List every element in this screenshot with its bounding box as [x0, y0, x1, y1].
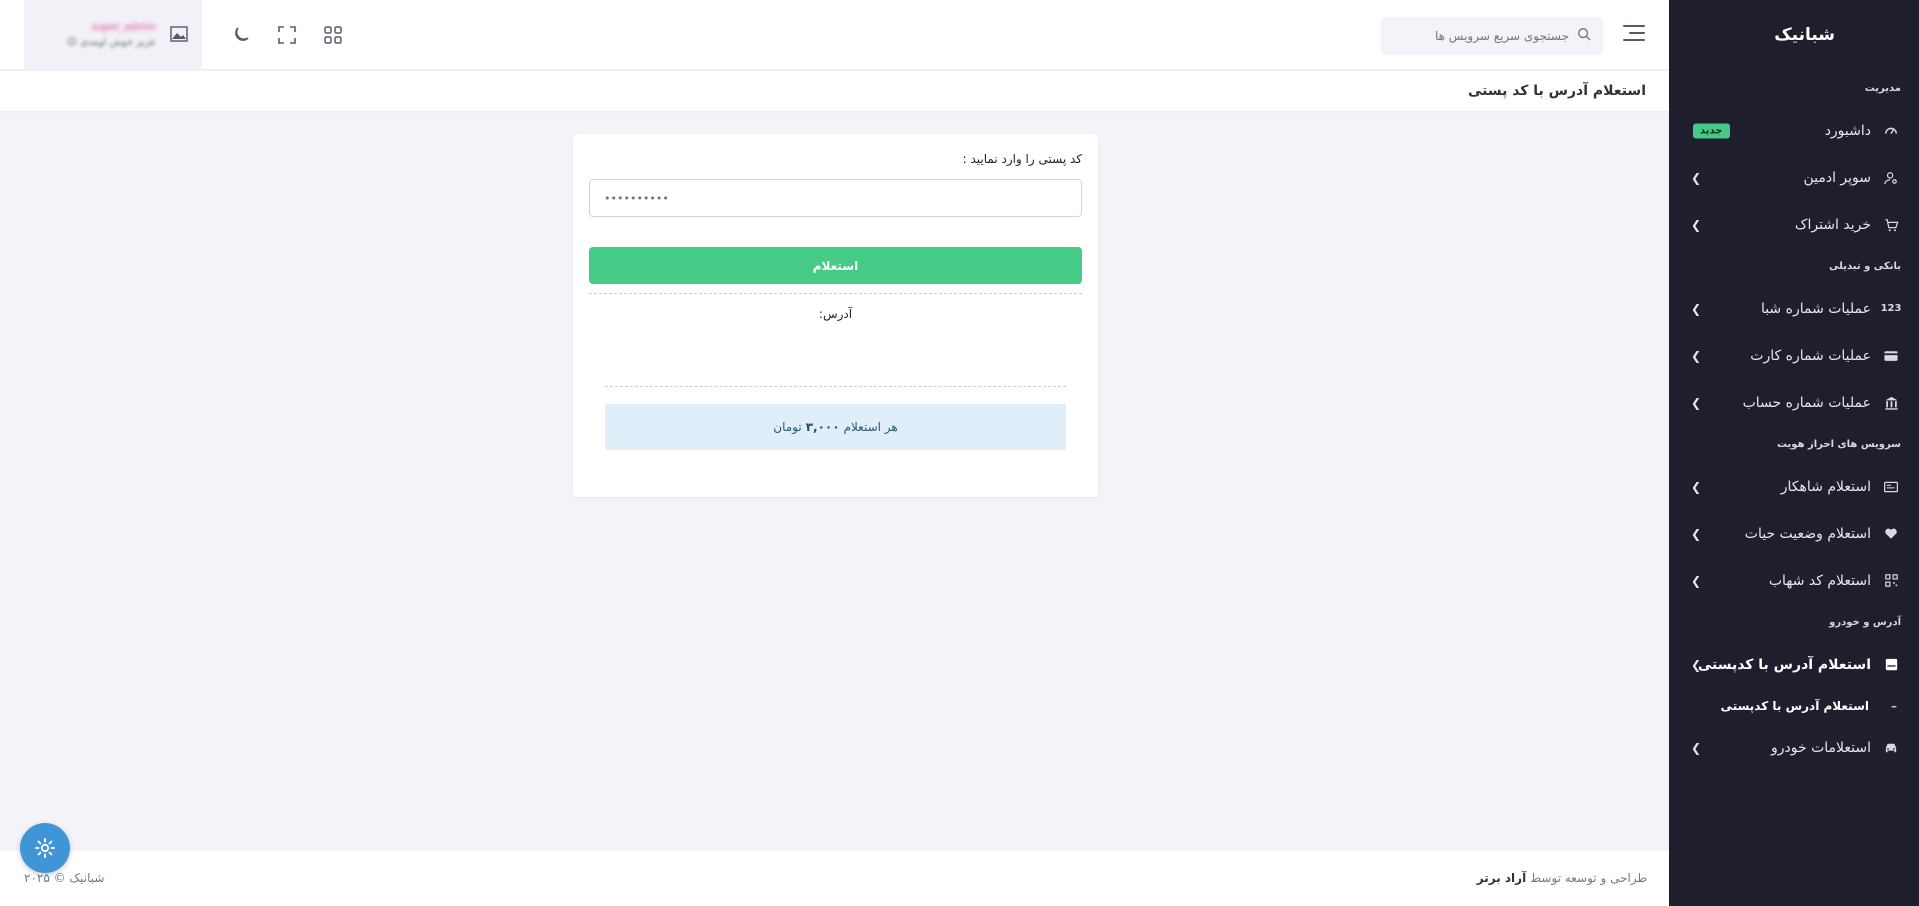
cart-icon	[1883, 217, 1899, 233]
postal-code-label: کد پستی را وارد نمایید :	[962, 152, 1082, 166]
inquiry-button[interactable]: استعلام	[589, 247, 1082, 284]
chevron-left-icon: ❯	[1691, 170, 1702, 185]
sidebar-item-label: استعلام شاهکار	[1780, 478, 1871, 495]
logo[interactable]: شبانیک	[1669, 0, 1919, 70]
sidebar-item-label: داشبورد	[1824, 122, 1871, 139]
chevron-left-icon: ❯	[1691, 348, 1702, 363]
top-header: super_admin عزیز خوش اومدی 😉	[0, 0, 1669, 70]
sidebar: شبانیک مدیریت داشبورد جدید سوپر ادمین ❯ …	[1669, 0, 1919, 906]
sidebar-item-label: استعلام کد شهاب	[1768, 572, 1871, 589]
heart-icon	[1883, 526, 1899, 542]
menu-section-title: مدیریت	[1864, 83, 1901, 94]
address-label: آدرس:	[818, 307, 853, 321]
chevron-left-icon: ❯	[1691, 740, 1702, 755]
sidebar-item-vehicle[interactable]: استعلامات خودرو ❯	[1669, 724, 1919, 771]
sidebar-item-label: استعلام وضعیت حیات	[1744, 525, 1871, 542]
developer-link[interactable]: آراد برتر	[1477, 871, 1526, 885]
sidebar-item-label: استعلام آدرس با کدپستی	[1697, 656, 1871, 673]
numbers-icon: 123	[1880, 303, 1902, 314]
fullscreen-icon[interactable]	[274, 22, 300, 48]
sidebar-item-postal-address[interactable]: استعلام آدرس با کدپستی ❯	[1669, 641, 1919, 688]
user-profile[interactable]: super_admin عزیز خوش اومدی 😉	[24, 0, 202, 70]
dash-icon: –	[1891, 699, 1897, 713]
car-icon	[1883, 740, 1899, 756]
page-title: استعلام آدرس با کد پستی	[0, 71, 1669, 111]
menu-section-title: بانکی و تبدیلی	[1829, 261, 1901, 272]
sidebar-item-sheba[interactable]: 123 عملیات شماره شبا ❯	[1669, 285, 1919, 332]
speedometer-icon	[1883, 123, 1899, 139]
sidebar-item-life-status[interactable]: استعلام وضعیت حیات ❯	[1669, 510, 1919, 557]
new-badge: جدید	[1693, 123, 1730, 138]
menu-section-title: سرویس های احراز هویت	[1776, 439, 1901, 450]
apps-grid-icon[interactable]	[320, 22, 346, 48]
sidebar-item-label: عملیات شماره شبا	[1760, 300, 1871, 317]
chevron-left-icon: ❯	[1691, 657, 1702, 672]
avatar-image-icon	[168, 26, 188, 44]
sidebar-item-label: استعلامات خودرو	[1771, 739, 1871, 756]
search-input[interactable]	[1399, 29, 1569, 43]
bank-icon	[1883, 395, 1899, 411]
settings-gear-icon[interactable]	[20, 823, 70, 873]
price-value: ۳,۰۰۰	[805, 420, 840, 434]
chevron-left-icon: ❯	[1691, 395, 1702, 410]
sidebar-subitem-label: استعلام آدرس با کدپستی	[1720, 699, 1869, 713]
chevron-left-icon: ❯	[1691, 301, 1702, 316]
chevron-left-icon: ❯	[1691, 526, 1702, 541]
logo-text: شبانیک	[1774, 25, 1835, 45]
divider	[589, 293, 1082, 294]
footer: طراحی و توسعه توسط آراد برتر شبانیک © ۲۰…	[0, 851, 1669, 906]
welcome-text: عزیز خوش اومدی 😉	[66, 37, 156, 48]
sidebar-item-shahkar[interactable]: استعلام شاهکار ❯	[1669, 463, 1919, 510]
sidebar-item-super-admin[interactable]: سوپر ادمین ❯	[1669, 154, 1919, 201]
menu-section-title: آدرس و خودرو	[1829, 617, 1901, 628]
postal-lookup-card: کد پستی را وارد نمایید : استعلام آدرس: ه…	[573, 134, 1098, 497]
qr-icon	[1883, 573, 1899, 589]
sidebar-item-card[interactable]: عملیات شماره کارت ❯	[1669, 332, 1919, 379]
search-box[interactable]	[1381, 17, 1603, 55]
moon-icon[interactable]	[228, 22, 254, 48]
mailbox-icon	[1883, 657, 1899, 673]
sidebar-item-subscription[interactable]: خرید اشتراک ❯	[1669, 201, 1919, 248]
sidebar-item-shahab[interactable]: استعلام کد شهاب ❯	[1669, 557, 1919, 604]
price-unit: تومان	[773, 420, 802, 434]
divider	[605, 386, 1066, 387]
menu-toggle-icon[interactable]	[1623, 25, 1645, 46]
chevron-left-icon: ❯	[1691, 217, 1702, 232]
postal-code-input[interactable]	[589, 179, 1082, 217]
sidebar-item-label: سوپر ادمین	[1803, 169, 1871, 186]
card-icon	[1883, 348, 1899, 364]
sidebar-item-label: خرید اشتراک	[1794, 216, 1871, 233]
id-card-icon	[1883, 479, 1899, 495]
sidebar-item-label: عملیات شماره حساب	[1742, 394, 1871, 411]
sidebar-subitem-postal-address[interactable]: – استعلام آدرس با کدپستی	[1669, 688, 1919, 724]
sidebar-item-label: عملیات شماره کارت	[1750, 347, 1871, 364]
user-info: super_admin عزیز خوش اومدی 😉	[67, 22, 156, 48]
header-toolbar	[228, 22, 366, 48]
price-info-box: هر استعلام ۳,۰۰۰ تومان	[605, 404, 1066, 450]
user-name: super_admin	[91, 22, 157, 33]
price-prefix: هر استعلام	[843, 420, 898, 434]
footer-credit: طراحی و توسعه توسط آراد برتر	[1476, 871, 1647, 885]
sidebar-item-dashboard[interactable]: داشبورد جدید	[1669, 107, 1919, 154]
user-cog-icon	[1883, 170, 1899, 186]
chevron-left-icon: ❯	[1691, 479, 1702, 494]
sidebar-item-account[interactable]: عملیات شماره حساب ❯	[1669, 379, 1919, 426]
search-icon	[1577, 27, 1591, 45]
copyright: شبانیک © ۲۰۲۵	[24, 871, 105, 885]
chevron-left-icon: ❯	[1691, 573, 1702, 588]
